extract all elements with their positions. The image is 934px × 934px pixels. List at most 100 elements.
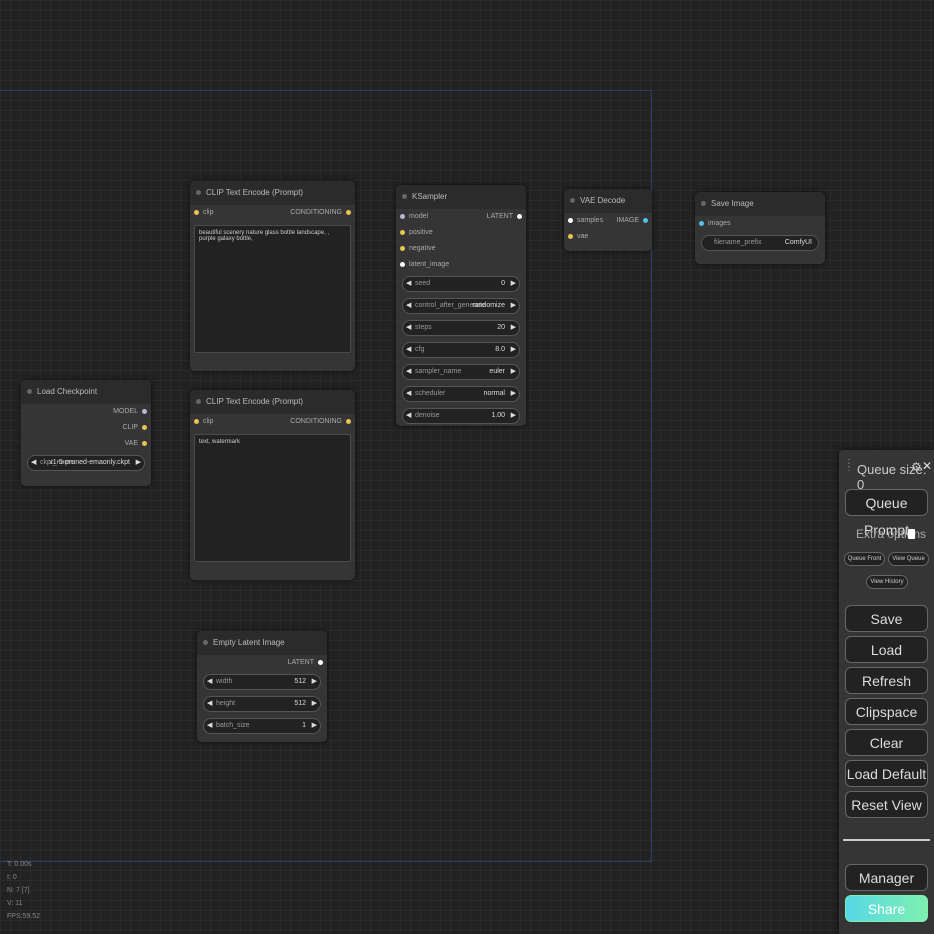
output-slot-vae[interactable]: VAE xyxy=(125,440,147,447)
reset-view-button[interactable]: Reset View xyxy=(845,791,928,818)
widget-ckpt-name[interactable]: ◀ ckpt_name v1-5-pruned-emaonly.ckpt ▶ xyxy=(27,455,145,471)
view-history-button[interactable]: View History xyxy=(866,575,908,589)
slot-dot-icon xyxy=(517,213,522,219)
output-slot-conditioning[interactable]: CONDITIONING xyxy=(290,418,351,425)
node-title-bar[interactable]: CLIP Text Encode (Prompt) xyxy=(190,390,355,414)
output-slot-clip[interactable]: CLIP xyxy=(122,424,147,431)
stat-time: T: 0.00s xyxy=(7,861,32,868)
input-slot-negative[interactable]: negative xyxy=(400,245,435,252)
increment-arrow-icon[interactable]: ▶ xyxy=(136,456,141,470)
slot-dot-icon xyxy=(142,408,147,414)
decrement-arrow-icon[interactable]: ◀ xyxy=(207,675,212,689)
decrement-arrow-icon[interactable]: ◀ xyxy=(406,299,411,313)
increment-arrow-icon[interactable]: ▶ xyxy=(511,343,516,357)
clear-button[interactable]: Clear xyxy=(845,729,928,756)
slot-dot-icon xyxy=(346,209,351,215)
slot-row: clip CONDITIONING xyxy=(190,205,355,221)
node-clip-text-encode-negative[interactable]: CLIP Text Encode (Prompt) clip CONDITION… xyxy=(190,390,355,580)
clipspace-button[interactable]: Clipspace xyxy=(845,698,928,725)
widget-seed[interactable]: ◀ seed 0 ▶ xyxy=(402,276,520,292)
widget-steps[interactable]: ◀ steps 20 ▶ xyxy=(402,320,520,336)
load-button[interactable]: Load xyxy=(845,636,928,663)
node-title-bar[interactable]: Load Checkpoint xyxy=(21,380,151,404)
decrement-arrow-icon[interactable]: ◀ xyxy=(207,697,212,711)
queue-prompt-button[interactable]: Queue Prompt xyxy=(845,489,928,538)
widget-width[interactable]: ◀ width 512 ▶ xyxy=(203,674,321,690)
increment-arrow-icon[interactable]: ▶ xyxy=(511,277,516,291)
decrement-arrow-icon[interactable]: ◀ xyxy=(207,719,212,733)
collapse-dot-icon[interactable] xyxy=(570,198,575,203)
output-slot-conditioning[interactable]: CONDITIONING xyxy=(290,209,351,216)
collapse-dot-icon[interactable] xyxy=(701,201,706,206)
increment-arrow-icon[interactable]: ▶ xyxy=(312,719,317,733)
close-icon[interactable]: ✕ xyxy=(922,459,932,473)
widget-scheduler[interactable]: ◀ scheduler normal ▶ xyxy=(402,386,520,402)
node-title-bar[interactable]: Save Image xyxy=(695,192,825,216)
load-default-button[interactable]: Load Default xyxy=(845,760,928,787)
collapse-dot-icon[interactable] xyxy=(402,194,407,199)
menu-divider xyxy=(843,839,930,841)
decrement-arrow-icon[interactable]: ◀ xyxy=(406,409,411,423)
node-empty-latent-image[interactable]: Empty Latent Image LATENT ◀ width 512 ▶ ◀ he… xyxy=(197,631,327,742)
increment-arrow-icon[interactable]: ▶ xyxy=(312,675,317,689)
decrement-arrow-icon[interactable]: ◀ xyxy=(31,456,36,470)
node-clip-text-encode-positive[interactable]: CLIP Text Encode (Prompt) clip CONDITION… xyxy=(190,181,355,371)
prompt-textarea[interactable]: text, watermark xyxy=(194,434,351,562)
decrement-arrow-icon[interactable]: ◀ xyxy=(406,365,411,379)
prompt-textarea[interactable]: beautiful scenery nature glass bottle la… xyxy=(194,225,351,353)
increment-arrow-icon[interactable]: ▶ xyxy=(511,365,516,379)
input-slot-latent-image[interactable]: latent_image xyxy=(400,261,449,268)
widget-sampler-name[interactable]: ◀ sampler_name euler ▶ xyxy=(402,364,520,380)
input-slot-images[interactable]: images xyxy=(699,220,731,227)
manager-button[interactable]: Manager xyxy=(845,864,928,891)
collapse-dot-icon[interactable] xyxy=(196,190,201,195)
node-title-bar[interactable]: VAE Decode xyxy=(564,189,652,213)
widget-control-after-generate[interactable]: ◀ control_after_generate randomize ▶ xyxy=(402,298,520,314)
widget-batch-size[interactable]: ◀ batch_size 1 ▶ xyxy=(203,718,321,734)
output-slot-model[interactable]: MODEL xyxy=(113,408,147,415)
save-button[interactable]: Save xyxy=(845,605,928,632)
decrement-arrow-icon[interactable]: ◀ xyxy=(406,321,411,335)
widget-height[interactable]: ◀ height 512 ▶ xyxy=(203,696,321,712)
output-slot-latent[interactable]: LATENT xyxy=(487,213,522,220)
increment-arrow-icon[interactable]: ▶ xyxy=(511,387,516,401)
node-title-bar[interactable]: KSampler xyxy=(396,185,526,209)
view-queue-button[interactable]: View Queue xyxy=(888,552,929,566)
share-button[interactable]: Share xyxy=(845,895,928,922)
increment-arrow-icon[interactable]: ▶ xyxy=(511,299,516,313)
increment-arrow-icon[interactable]: ▶ xyxy=(312,697,317,711)
input-slot-positive[interactable]: positive xyxy=(400,229,433,236)
widget-denoise[interactable]: ◀ denoise 1.00 ▶ xyxy=(402,408,520,424)
widget-cfg[interactable]: ◀ cfg 8.0 ▶ xyxy=(402,342,520,358)
decrement-arrow-icon[interactable]: ◀ xyxy=(406,343,411,357)
refresh-button[interactable]: Refresh xyxy=(845,667,928,694)
decrement-arrow-icon[interactable]: ◀ xyxy=(406,387,411,401)
output-slot-latent[interactable]: LATENT xyxy=(288,659,323,666)
collapse-dot-icon[interactable] xyxy=(27,389,32,394)
extra-options-checkbox[interactable] xyxy=(908,529,915,539)
node-title-bar[interactable]: CLIP Text Encode (Prompt) xyxy=(190,181,355,205)
node-ksampler[interactable]: KSampler model LATENT positive negative … xyxy=(396,185,526,426)
slot-row: samples IMAGE xyxy=(564,213,652,229)
input-slot-clip[interactable]: clip xyxy=(194,209,214,216)
node-title-bar[interactable]: Empty Latent Image xyxy=(197,631,327,655)
node-save-image[interactable]: Save Image images filename_prefix ComfyUI xyxy=(695,192,825,264)
input-slot-clip[interactable]: clip xyxy=(194,418,214,425)
input-slot-vae[interactable]: vae xyxy=(568,233,588,240)
node-load-checkpoint[interactable]: Load Checkpoint MODEL CLIP VAE ◀ ckpt_nam… xyxy=(21,380,151,486)
slot-dot-icon xyxy=(318,659,323,665)
drag-handle-icon[interactable]: ⋮ ⋮ xyxy=(844,459,854,473)
collapse-dot-icon[interactable] xyxy=(203,640,208,645)
gear-icon[interactable]: ⚙ xyxy=(911,460,922,474)
input-slot-samples[interactable]: samples xyxy=(568,217,603,224)
widget-filename-prefix[interactable]: filename_prefix ComfyUI xyxy=(701,235,819,251)
slot-dot-icon xyxy=(400,245,405,251)
collapse-dot-icon[interactable] xyxy=(196,399,201,404)
queue-front-button[interactable]: Queue Front xyxy=(844,552,885,566)
decrement-arrow-icon[interactable]: ◀ xyxy=(406,277,411,291)
input-slot-model[interactable]: model xyxy=(400,213,428,220)
increment-arrow-icon[interactable]: ▶ xyxy=(511,321,516,335)
node-vae-decode[interactable]: VAE Decode samples IMAGE vae xyxy=(564,189,652,251)
increment-arrow-icon[interactable]: ▶ xyxy=(511,409,516,423)
output-slot-image[interactable]: IMAGE xyxy=(616,217,648,224)
